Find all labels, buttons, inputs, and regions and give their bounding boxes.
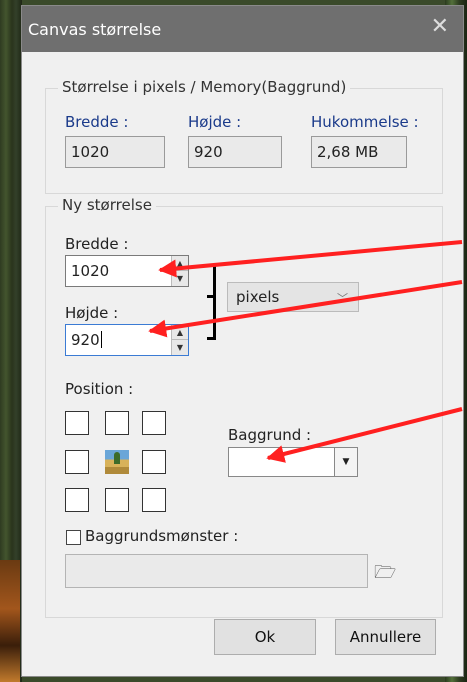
unit-select-value: pixels bbox=[236, 288, 280, 306]
background-color-select[interactable]: ▼ bbox=[228, 447, 358, 477]
new-height-down-arrow-icon[interactable]: ▼ bbox=[172, 339, 188, 355]
chevron-down-icon: ﹀ bbox=[337, 292, 348, 305]
position-bottom-center[interactable] bbox=[105, 488, 129, 512]
pattern-path-field[interactable] bbox=[65, 554, 368, 588]
folder-open-icon[interactable]: 🗁 bbox=[374, 560, 396, 590]
new-width-spinner[interactable]: 1020 ▲ ▼ bbox=[65, 255, 189, 287]
ok-button[interactable]: Ok bbox=[214, 619, 316, 655]
new-height-label: Højde : bbox=[65, 304, 119, 322]
position-middle-right[interactable] bbox=[142, 450, 166, 474]
dialog-titlebar: Canvas størrelse ✕ bbox=[22, 6, 463, 52]
cancel-button[interactable]: Annullere bbox=[335, 619, 436, 655]
new-width-value: 1020 bbox=[71, 262, 110, 280]
link-bracket-tick bbox=[207, 295, 215, 298]
new-height-value-wrap: 920 bbox=[71, 331, 102, 349]
current-width-field: 1020 bbox=[65, 136, 165, 168]
new-height-spinner[interactable]: 920 ▲ ▼ bbox=[65, 324, 189, 356]
new-height-spin-buttons: ▲ ▼ bbox=[171, 325, 188, 355]
close-icon[interactable]: ✕ bbox=[431, 16, 449, 38]
memory-label: Hukommelse : bbox=[311, 113, 419, 131]
current-width-label: Bredde : bbox=[65, 113, 129, 131]
current-size-group-title: Størrelse i pixels / Memory(Baggrund) bbox=[58, 78, 351, 96]
position-top-right[interactable] bbox=[142, 411, 166, 435]
background-dropdown-arrow-icon[interactable]: ▼ bbox=[334, 448, 357, 476]
new-width-label: Bredde : bbox=[65, 235, 129, 253]
position-top-center[interactable] bbox=[105, 411, 129, 435]
text-caret bbox=[100, 331, 102, 348]
pattern-label: Baggrundsmønster : bbox=[85, 527, 239, 545]
memory-field: 2,68 MB bbox=[311, 136, 407, 168]
background-label: Baggrund : bbox=[228, 426, 312, 444]
pattern-checkbox[interactable] bbox=[66, 530, 81, 545]
new-width-spin-buttons: ▲ ▼ bbox=[171, 256, 188, 286]
unit-select[interactable]: pixels ﹀ bbox=[227, 282, 359, 312]
canvas-size-dialog: Canvas størrelse ✕ Størrelse i pixels / … bbox=[22, 6, 463, 676]
position-bottom-left[interactable] bbox=[65, 488, 89, 512]
position-top-left[interactable] bbox=[65, 411, 89, 435]
new-width-down-arrow-icon[interactable]: ▼ bbox=[172, 270, 188, 286]
position-middle-left[interactable] bbox=[65, 450, 89, 474]
dialog-title: Canvas størrelse bbox=[28, 20, 162, 39]
position-label: Position : bbox=[65, 380, 134, 398]
position-center-image-icon[interactable] bbox=[105, 450, 129, 474]
current-height-field: 920 bbox=[188, 136, 282, 168]
new-size-group-title: Ny størrelse bbox=[58, 196, 156, 214]
link-bracket-icon bbox=[207, 264, 216, 340]
desktop-background-detail bbox=[0, 560, 20, 682]
current-height-label: Højde : bbox=[188, 113, 242, 131]
position-bottom-right[interactable] bbox=[142, 488, 166, 512]
new-height-value: 920 bbox=[71, 331, 100, 349]
